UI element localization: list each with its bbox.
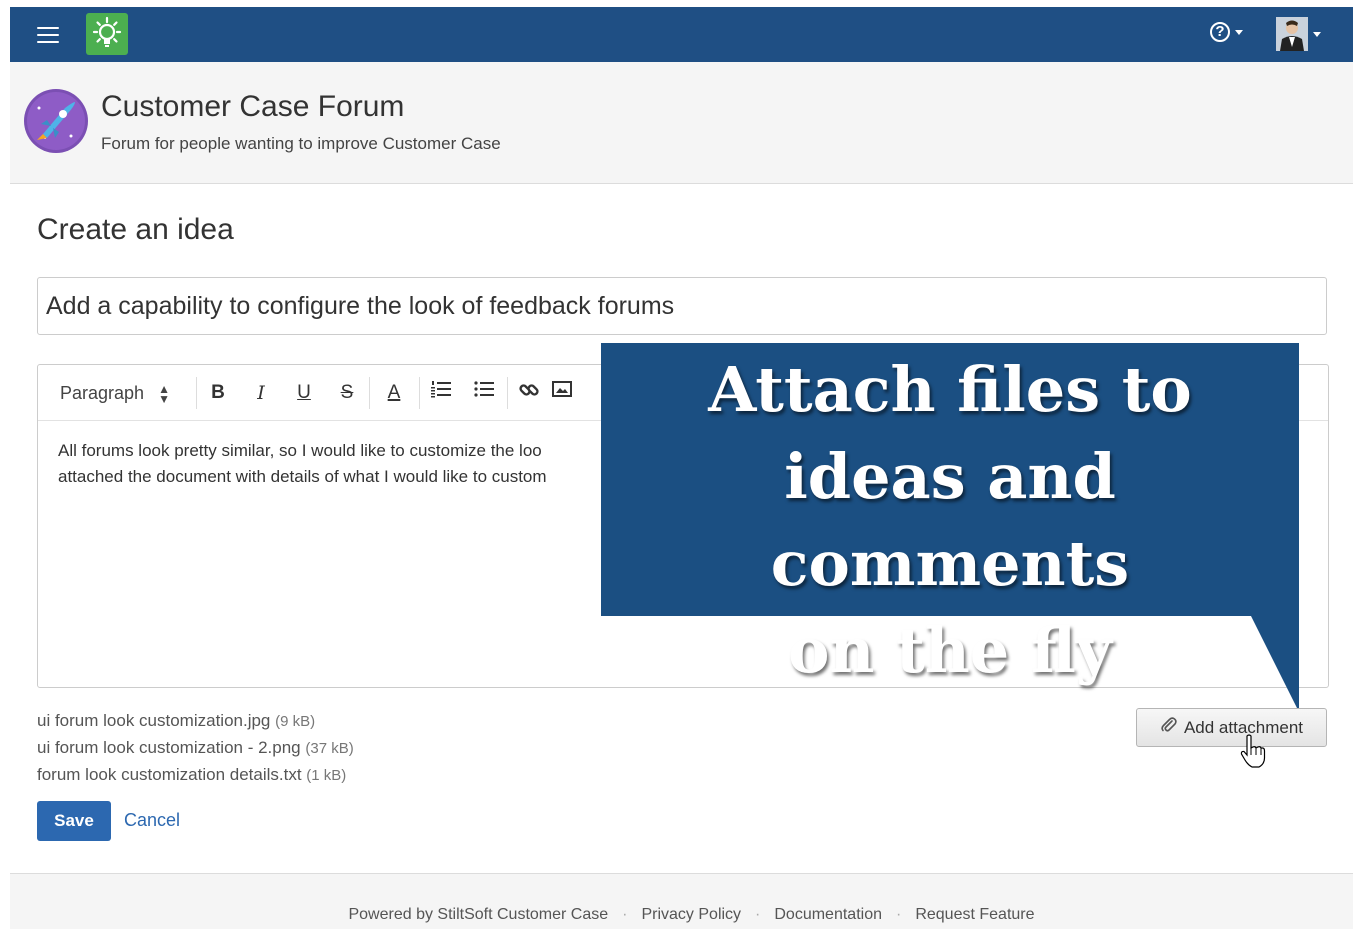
toolbar-divider [369, 377, 370, 409]
user-menu-button[interactable] [1276, 17, 1321, 51]
bold-icon[interactable]: B [206, 379, 230, 407]
attachment-list: ui forum look customization.jpg (9 kB) u… [37, 710, 354, 791]
footer-separator: · [755, 906, 761, 923]
toolbar-divider [507, 377, 508, 409]
callout-line: Attach files to [708, 353, 1192, 426]
idea-title-input[interactable] [37, 277, 1327, 335]
attachment-size: (1 kB) [306, 767, 347, 784]
footer-separator: · [896, 906, 902, 923]
documentation-link[interactable]: Documentation [774, 906, 882, 923]
attachment-item[interactable]: ui forum look customization.jpg (9 kB) [37, 710, 354, 737]
attachment-name: ui forum look customization.jpg [37, 711, 271, 730]
toolbar-divider [196, 377, 197, 409]
format-select-label: Paragraph [60, 383, 145, 403]
paragraph-format-select[interactable]: Paragraph ▲ ▼ [60, 379, 170, 407]
footer-separator: · [622, 906, 628, 923]
cancel-link[interactable]: Cancel [124, 810, 180, 831]
question-circle-icon: ? [1210, 22, 1230, 42]
lightbulb-icon[interactable] [86, 13, 128, 55]
link-icon[interactable] [516, 379, 542, 407]
user-avatar-icon [1276, 17, 1308, 51]
callout-line: ideas and comments [770, 440, 1130, 600]
hand-pointer-icon [1240, 734, 1266, 768]
privacy-policy-link[interactable]: Privacy Policy [641, 906, 741, 923]
forum-header: Customer Case Forum Forum for people wan… [10, 62, 1353, 184]
chevron-down-icon [1235, 29, 1243, 35]
add-attachment-button[interactable]: Add attachment [1136, 708, 1327, 747]
paperclip-icon [1160, 710, 1178, 747]
hamburger-icon[interactable] [37, 27, 59, 43]
callout-pointer [1250, 614, 1299, 712]
underline-icon[interactable]: U [292, 379, 316, 407]
toolbar-divider [419, 377, 420, 409]
page-title: Create an idea [37, 213, 234, 246]
attachment-name: forum look customization details.txt [37, 765, 302, 784]
attachment-item[interactable]: forum look customization details.txt (1 … [37, 764, 354, 791]
page-footer: Powered by StiltSoft Customer Case · Priva… [10, 873, 1353, 929]
top-navigation-bar: ? [10, 7, 1353, 62]
forum-title: Customer Case Forum [101, 90, 405, 123]
strikethrough-icon[interactable]: S [335, 379, 359, 407]
footer-links: Powered by StiltSoft Customer Case · Priva… [10, 906, 1353, 924]
promo-callout: Attach files to ideas and comments on th… [601, 343, 1299, 687]
image-icon[interactable] [549, 379, 575, 407]
rocket-icon [23, 88, 89, 154]
powered-by-link[interactable]: Powered by StiltSoft Customer Case [348, 906, 608, 923]
forum-subtitle: Forum for people wanting to improve Cust… [101, 134, 501, 153]
callout-line: on the fly [788, 614, 1112, 687]
text-color-icon[interactable]: A [382, 379, 406, 407]
request-feature-link[interactable]: Request Feature [915, 906, 1034, 923]
attachment-name: ui forum look customization - 2.png [37, 738, 301, 757]
italic-icon[interactable]: I [249, 379, 273, 407]
updown-arrows-icon: ▲ ▼ [158, 382, 170, 407]
help-menu-button[interactable]: ? [1210, 22, 1243, 48]
bullet-list-icon[interactable] [471, 379, 497, 407]
attachment-size: (9 kB) [275, 713, 316, 730]
save-button[interactable]: Save [37, 801, 111, 841]
attachment-size: (37 kB) [305, 740, 354, 757]
chevron-down-icon [1313, 31, 1321, 37]
ordered-list-icon[interactable] [428, 379, 454, 407]
attachment-item[interactable]: ui forum look customization - 2.png (37 … [37, 737, 354, 764]
